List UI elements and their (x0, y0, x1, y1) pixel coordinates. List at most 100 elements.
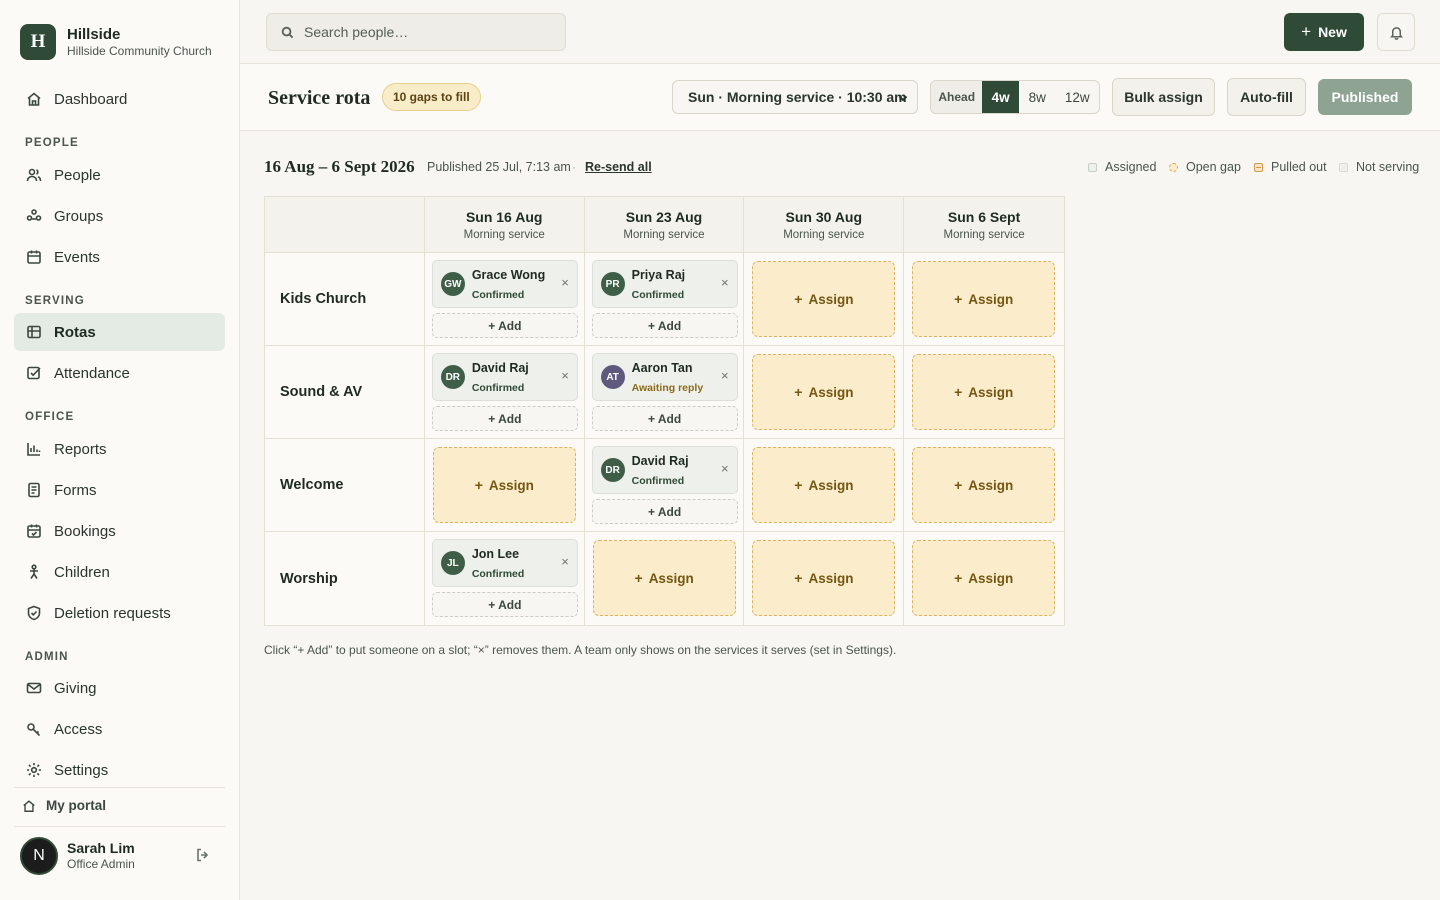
sidebar-item-forms[interactable]: Forms (14, 471, 225, 509)
new-button[interactable]: + New (1284, 13, 1364, 51)
assigned-person-card[interactable]: AT Aaron Tan Awaiting reply × (591, 353, 738, 401)
search-input[interactable] (304, 24, 554, 40)
rota-slot: PR Priya Raj Confirmed × + Add (585, 253, 745, 345)
legend-label: Open gap (1186, 160, 1241, 174)
sidebar-item-bookings[interactable]: Bookings (14, 512, 225, 550)
rota-slot: JL Jon Lee Confirmed × + Add (425, 532, 585, 625)
bulk-assign-button[interactable]: Bulk assign (1112, 78, 1215, 116)
assign-button[interactable]: + Assign (912, 354, 1056, 430)
assign-label: Assign (968, 570, 1014, 586)
sidebar-item-deletion-requests[interactable]: Deletion requests (14, 594, 225, 632)
add-person-button[interactable]: + Add (431, 406, 578, 431)
checkbox-icon (26, 365, 42, 381)
assign-button[interactable]: + Assign (752, 354, 896, 430)
person-status: Confirmed (631, 288, 685, 301)
sidebar-item-attendance[interactable]: Attendance (14, 354, 225, 392)
plus-icon: + (1301, 22, 1312, 41)
sidebar-item-events[interactable]: Events (14, 238, 225, 276)
sidebar-item-groups[interactable]: Groups (14, 197, 225, 235)
avatar: DR (440, 365, 465, 389)
assign-button[interactable]: + Assign (752, 261, 896, 337)
service-select[interactable]: Sun · Morning service · 10:30 am (672, 80, 918, 114)
ahead-option-8w[interactable]: 8w (1019, 81, 1056, 113)
avatar: JL (440, 551, 465, 575)
assigned-person-card[interactable]: JL Jon Lee Confirmed × (431, 539, 578, 587)
close-icon[interactable]: × (721, 462, 729, 476)
add-person-button[interactable]: + Add (591, 499, 738, 524)
logout-icon[interactable] (195, 847, 211, 866)
sidebar-item-giving[interactable]: Giving (14, 669, 225, 707)
assign-button[interactable]: + Assign (432, 447, 576, 523)
users-icon (26, 167, 42, 183)
sidebar-divider (14, 787, 225, 788)
legend-assigned: Assigned (1088, 160, 1156, 174)
assigned-person-card[interactable]: PR Priya Raj Confirmed × (591, 260, 738, 308)
ahead-range-toggle: Ahead 4w 8w 12w (930, 80, 1100, 114)
sidebar-item-settings[interactable]: Settings (14, 751, 225, 789)
search-box[interactable] (266, 13, 566, 51)
assigned-person-card[interactable]: GW Grace Wong Confirmed × (431, 260, 578, 308)
sidebar-item-label: Bookings (54, 522, 116, 540)
assigned-person-card[interactable]: DR David Raj Confirmed × (591, 446, 738, 494)
sidebar-item-reports[interactable]: Reports (14, 430, 225, 468)
team-name: Kids Church (265, 253, 425, 345)
close-icon[interactable]: × (561, 369, 569, 383)
resend-all-link[interactable]: Re-send all (585, 160, 652, 174)
person-name: Jon Lee (471, 546, 520, 561)
my-portal-link[interactable]: My portal (22, 798, 106, 813)
close-icon[interactable]: × (561, 276, 569, 290)
notifications-button[interactable] (1377, 13, 1415, 51)
rota-slot: AT Aaron Tan Awaiting reply × + Add (585, 346, 745, 438)
sidebar-item-dashboard[interactable]: Dashboard (14, 80, 225, 118)
assigned-swatch (1088, 162, 1097, 172)
topbar: + New (240, 0, 1440, 64)
add-person-button[interactable]: + Add (431, 313, 578, 338)
rota-body: Kids Church GW Grace Wong Confirmed × + Add PR… (265, 253, 1064, 625)
close-icon[interactable]: × (721, 276, 729, 290)
sidebar-item-label: Giving (54, 679, 97, 697)
sidebar-item-children[interactable]: Children (14, 553, 225, 591)
plus-icon: + (954, 384, 963, 400)
assign-button[interactable]: + Assign (912, 447, 1056, 523)
rota-slot: DR David Raj Confirmed × + Add (585, 439, 745, 531)
sidebar-item-label: Events (54, 248, 100, 266)
assign-button[interactable]: + Assign (592, 540, 736, 616)
form-icon (26, 482, 42, 498)
ahead-option-4w[interactable]: 4w (982, 81, 1019, 113)
add-person-button[interactable]: + Add (591, 406, 738, 431)
user-profile[interactable]: N Sarah Lim Office Admin (20, 837, 220, 875)
close-icon[interactable]: × (561, 555, 569, 569)
date-range-title: 16 Aug – 6 Sept 2026 (264, 157, 415, 176)
team-name: Worship (265, 532, 425, 625)
assign-label: Assign (808, 384, 854, 400)
sidebar-item-access[interactable]: Access (14, 710, 225, 748)
bell-icon (1389, 26, 1403, 40)
auto-fill-button[interactable]: Auto-fill (1227, 78, 1306, 116)
plus-icon: + (794, 570, 803, 586)
assign-button[interactable]: + Assign (752, 447, 896, 523)
assign-button[interactable]: + Assign (912, 261, 1056, 337)
separator-dot: · (572, 160, 576, 174)
close-icon[interactable]: × (721, 369, 729, 383)
sidebar-item-people[interactable]: People (14, 156, 225, 194)
brand-subtitle: Hillside Community Church (67, 43, 212, 58)
assign-label: Assign (488, 477, 534, 493)
brand[interactable]: H Hillside Hillside Community Church (20, 24, 212, 60)
assign-button[interactable]: + Assign (912, 540, 1056, 616)
assigned-person-card[interactable]: DR David Raj Confirmed × (431, 353, 578, 401)
service-date: Sun 6 Sept (947, 209, 1021, 225)
person-name: Aaron Tan (631, 360, 693, 375)
sidebar-item-label: Deletion requests (54, 604, 171, 622)
sidebar-item-rotas[interactable]: Rotas (14, 313, 225, 351)
ahead-option-12w[interactable]: 12w (1056, 81, 1099, 113)
add-person-button[interactable]: + Add (431, 592, 578, 617)
date-column-header: Sun 23 Aug Morning service (585, 197, 745, 252)
team-name: Sound & AV (265, 346, 425, 438)
rota-corner (265, 197, 425, 252)
published-button[interactable]: Published (1318, 79, 1412, 115)
assign-button[interactable]: + Assign (752, 540, 896, 616)
legend-not-serving: Not serving (1339, 160, 1419, 174)
home-icon (26, 91, 42, 107)
published-meta: Published 25 Jul, 7:13 am (427, 160, 571, 174)
add-person-button[interactable]: + Add (591, 313, 738, 338)
